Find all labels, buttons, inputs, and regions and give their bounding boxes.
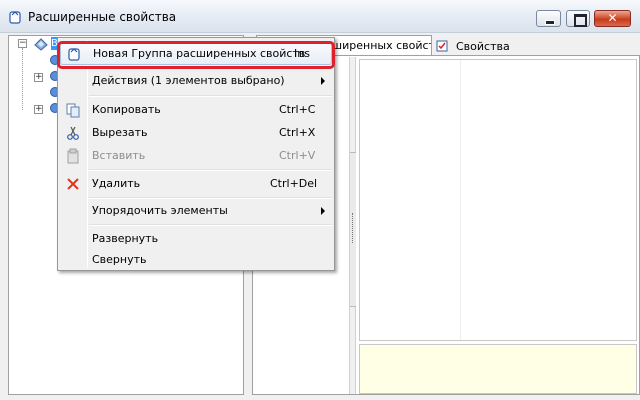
- menu-item-shortcut: Ctrl+Del: [270, 177, 318, 190]
- menu-item-label: Свернуть: [92, 253, 147, 266]
- scissors-icon: [67, 126, 79, 140]
- copy-icon: [66, 103, 80, 118]
- context-menu: Новая Группа расширенных свойств Ins Дей…: [57, 37, 335, 271]
- delete-icon: [67, 178, 79, 190]
- tab-label: Свойства: [456, 40, 510, 53]
- extended-properties-window: Расширенные свойства ✕ − Ва + +: [0, 0, 640, 400]
- maximize-button[interactable]: [566, 10, 590, 27]
- menu-item-actions[interactable]: Действия (1 элементов выбрано): [60, 69, 332, 93]
- menu-item-shortcut: Ins: [294, 47, 310, 60]
- menu-item-label: Вырезать: [92, 126, 148, 139]
- close-icon: ✕: [607, 11, 618, 25]
- property-grid[interactable]: [359, 59, 637, 341]
- menu-item-label: Копировать: [92, 103, 161, 116]
- minimize-button[interactable]: [536, 10, 561, 27]
- menu-separator: [89, 224, 332, 226]
- menu-item-cut[interactable]: Вырезать Ctrl+X: [60, 121, 332, 145]
- close-button[interactable]: ✕: [594, 10, 631, 27]
- menu-item-shortcut: Ctrl+V: [279, 149, 316, 162]
- tree-expand-toggle[interactable]: +: [34, 105, 43, 114]
- menu-item-collapse[interactable]: Свернуть: [60, 248, 332, 272]
- menu-item-copy[interactable]: Копировать Ctrl+C: [60, 98, 332, 122]
- grid-divider: [460, 60, 461, 340]
- menu-item-paste[interactable]: Вставить Ctrl+V: [60, 144, 332, 168]
- tree-line: [22, 48, 23, 110]
- menu-item-shortcut: Ctrl+X: [279, 126, 316, 139]
- menu-item-label: Действия (1 элементов выбрано): [92, 74, 285, 87]
- checklist-icon: [436, 40, 448, 52]
- vertical-splitter[interactable]: [349, 57, 356, 394]
- tab-properties[interactable]: Свойства: [432, 37, 518, 55]
- tab-label: сширенных свойств: [326, 39, 432, 52]
- menu-item-delete[interactable]: Удалить Ctrl+Del: [60, 172, 332, 196]
- menu-item-label: Вставить: [92, 149, 146, 162]
- tree-expand-toggle[interactable]: +: [34, 73, 43, 82]
- description-panel: [359, 344, 637, 394]
- title-bar[interactable]: Расширенные свойства ✕: [0, 0, 640, 33]
- menu-separator: [89, 95, 332, 97]
- window-title: Расширенные свойства: [28, 10, 177, 24]
- tree-collapse-toggle[interactable]: −: [18, 39, 27, 48]
- menu-item-new-group[interactable]: Новая Группа расширенных свойств Ins: [60, 41, 332, 65]
- splitter-thumb[interactable]: [350, 152, 356, 307]
- submenu-arrow-icon: [321, 207, 325, 215]
- menu-separator: [89, 169, 332, 171]
- menu-item-shortcut: Ctrl+C: [279, 103, 316, 116]
- menu-item-sort[interactable]: Упорядочить элементы: [60, 199, 332, 223]
- paste-icon: [67, 148, 79, 164]
- menu-item-label: Упорядочить элементы: [92, 204, 228, 217]
- menu-item-label: Удалить: [92, 177, 141, 190]
- new-group-icon: [68, 48, 80, 61]
- menu-item-label: Новая Группа расширенных свойств: [93, 47, 306, 60]
- menu-item-label: Развернуть: [92, 232, 159, 245]
- grip-icon: [352, 213, 354, 243]
- app-icon: [9, 11, 21, 24]
- submenu-arrow-icon: [321, 77, 325, 85]
- tree-root-icon: [34, 38, 48, 51]
